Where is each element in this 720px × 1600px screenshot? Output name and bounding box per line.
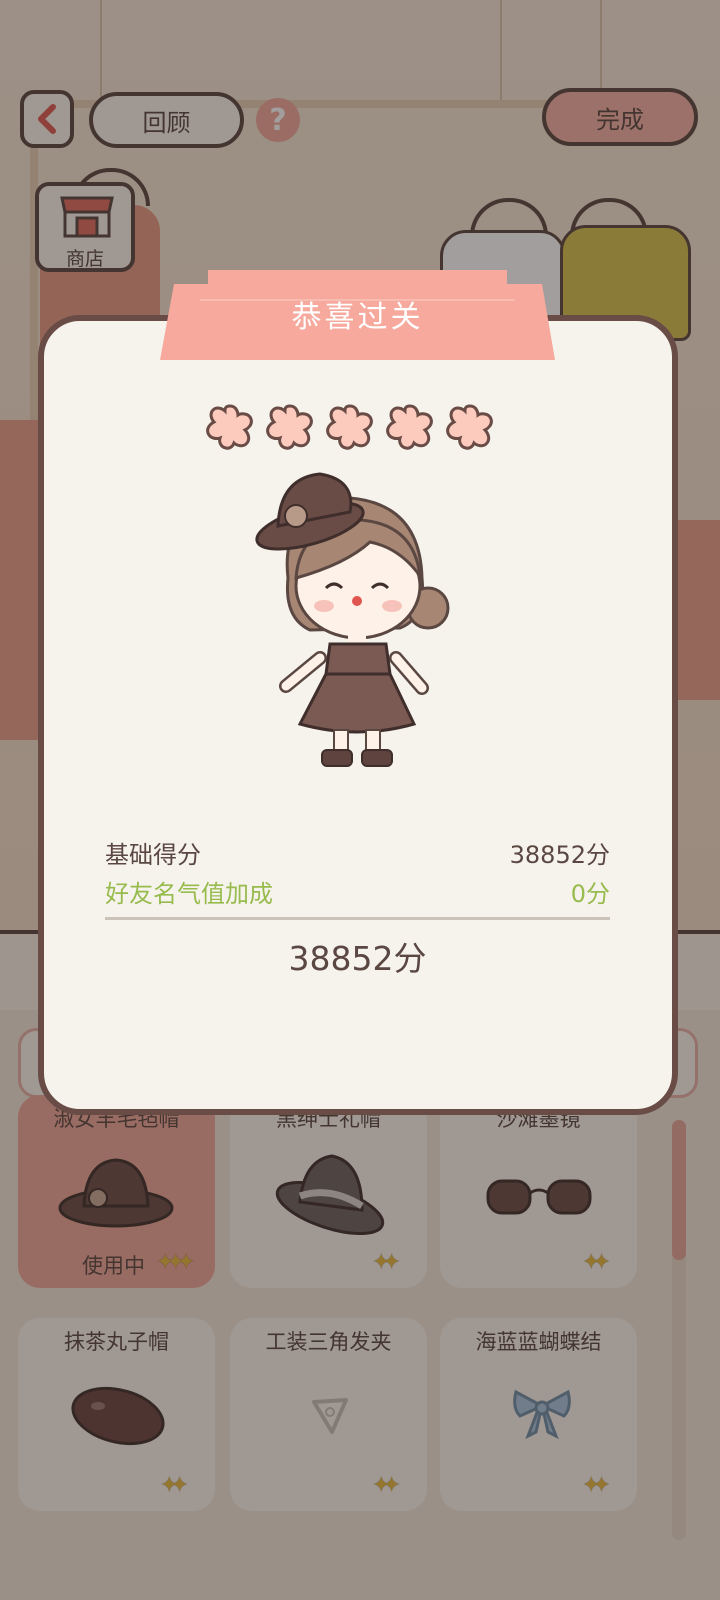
flower-star-icon [446,404,493,450]
friend-bonus-label: 好友名气值加成 [105,880,273,908]
flower-star-icon [266,404,313,450]
friend-bonus-value: 0分 [570,880,610,908]
friend-bonus-row: 好友名气值加成 0分 [105,874,610,909]
base-score-label: 基础得分 [105,841,201,869]
base-score-value: 38852分 [509,841,610,869]
divider [105,917,610,920]
dialog-title: 恭喜过关 [291,300,424,335]
flower-star-icon [386,404,433,450]
star-rating [205,402,505,452]
base-score-row: 基础得分 38852分 [105,835,610,870]
total-score: 38852分 [288,939,427,978]
dressed-character-illustration [255,472,450,767]
flower-star-icon [326,404,373,450]
flower-star-icon [206,404,253,450]
